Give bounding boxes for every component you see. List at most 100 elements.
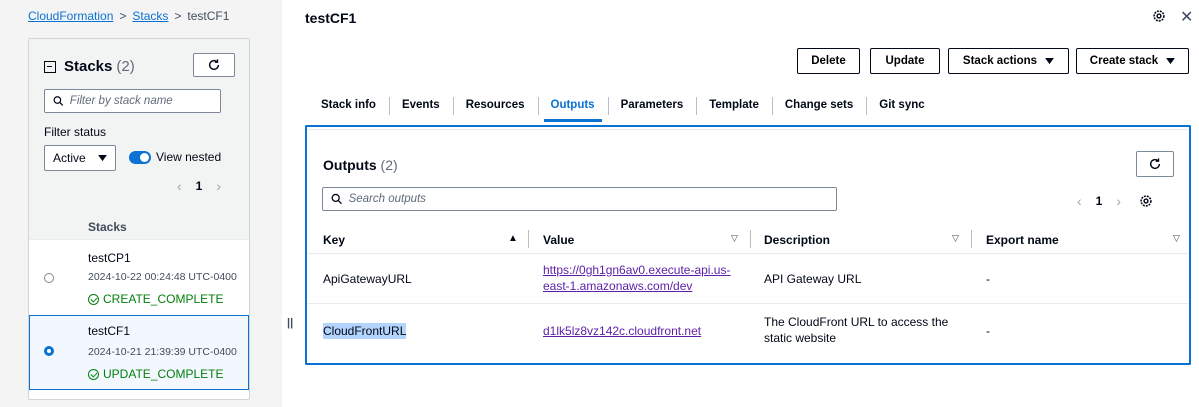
stack-actions-button[interactable]: Stack actions bbox=[948, 48, 1069, 74]
stack-status-text: UPDATE_COMPLETE bbox=[103, 367, 224, 381]
sort-ascending-icon[interactable]: ▲ bbox=[508, 233, 518, 244]
output-description-line: The CloudFront URL to access the bbox=[764, 315, 949, 329]
stacks-pagination: ‹ 1 › bbox=[177, 178, 221, 194]
column-divider bbox=[750, 230, 751, 248]
tab-template[interactable]: Template bbox=[696, 88, 772, 122]
breadcrumb-stacks[interactable]: Stacks bbox=[132, 9, 168, 23]
gear-icon[interactable] bbox=[1139, 194, 1153, 208]
outputs-page-number[interactable]: 1 bbox=[1096, 194, 1103, 208]
output-description: The CloudFront URL to access the static … bbox=[764, 314, 948, 346]
refresh-stacks-button[interactable] bbox=[193, 53, 235, 77]
column-divider bbox=[528, 230, 529, 248]
stack-radio-selected[interactable] bbox=[44, 346, 54, 356]
column-header-description[interactable]: Description bbox=[764, 233, 830, 247]
outputs-pagination: ‹ 1 › bbox=[1077, 193, 1153, 209]
breadcrumb: CloudFormation > Stacks > testCF1 bbox=[28, 9, 229, 23]
delete-button-label: Delete bbox=[811, 55, 846, 67]
panel-resize-handle-icon[interactable]: || bbox=[287, 317, 293, 329]
filter-stacks-search[interactable] bbox=[44, 89, 221, 113]
chevron-right-icon[interactable]: › bbox=[216, 178, 221, 194]
update-button[interactable]: Update bbox=[870, 48, 940, 74]
search-outputs-input[interactable] bbox=[348, 193, 836, 205]
gear-icon[interactable] bbox=[1152, 9, 1166, 26]
search-outputs[interactable] bbox=[322, 187, 837, 211]
output-value-line: east-1.amazonaws.com/dev bbox=[543, 279, 693, 293]
output-value-link[interactable]: d1lk5lz8vz142c.cloudfront.net bbox=[543, 324, 701, 338]
outputs-count: (2) bbox=[380, 157, 398, 173]
view-nested-toggle[interactable] bbox=[129, 151, 151, 164]
tab-stack-info[interactable]: Stack info bbox=[308, 88, 389, 122]
stack-date: 2024-10-21 21:39:39 UTC-0400 bbox=[88, 346, 237, 358]
stacks-column-header: Stacks bbox=[88, 220, 127, 234]
stack-actions-label: Stack actions bbox=[962, 55, 1038, 67]
table-row: ApiGatewayURL https://0gh1gn6av0.execute… bbox=[307, 254, 1189, 302]
stacks-title: Stacks (2) bbox=[44, 58, 135, 75]
caret-down-icon bbox=[1166, 57, 1176, 64]
outputs-panel: Outputs (2) ‹ 1 › Key ▲ Value ▽ Descript… bbox=[305, 125, 1191, 365]
breadcrumb-separator-icon: > bbox=[119, 9, 127, 23]
output-export-name: - bbox=[986, 272, 990, 286]
chevron-right-icon[interactable]: › bbox=[1116, 193, 1121, 209]
column-header-export-name[interactable]: Export name bbox=[986, 233, 1059, 247]
stack-status: CREATE_COMPLETE bbox=[88, 292, 223, 306]
refresh-icon bbox=[1149, 158, 1161, 170]
filter-status-label: Filter status bbox=[44, 125, 107, 139]
search-icon bbox=[53, 96, 64, 106]
stack-row-testcp1[interactable]: testCP1 2024-10-22 00:24:48 UTC-0400 CRE… bbox=[29, 240, 249, 320]
tab-parameters[interactable]: Parameters bbox=[607, 88, 697, 122]
search-icon bbox=[331, 193, 342, 205]
chevron-left-icon[interactable]: ‹ bbox=[177, 178, 182, 194]
filter-status-select[interactable]: Active bbox=[44, 145, 116, 171]
column-header-key[interactable]: Key bbox=[323, 233, 345, 247]
table-row: CloudFrontURL d1lk5lz8vz142c.cloudfront.… bbox=[307, 304, 1189, 360]
create-stack-label: Create stack bbox=[1089, 55, 1159, 67]
filter-stacks-input[interactable] bbox=[69, 95, 220, 107]
outputs-top-divider bbox=[307, 127, 1189, 130]
stacks-panel: Stacks (2) Filter status Active View nes… bbox=[28, 38, 250, 400]
chevron-left-icon[interactable]: ‹ bbox=[1077, 193, 1082, 209]
outputs-title-label: Outputs bbox=[323, 157, 377, 173]
filter-status-value: Active bbox=[53, 151, 86, 165]
column-header-value[interactable]: Value bbox=[543, 233, 574, 247]
output-description-line: static website bbox=[764, 331, 837, 345]
breadcrumb-cloudformation[interactable]: CloudFormation bbox=[28, 9, 113, 23]
tab-outputs[interactable]: Outputs bbox=[537, 88, 608, 122]
output-value-line: https://0gh1gn6av0.execute-api.us- bbox=[543, 263, 731, 277]
sort-icon[interactable]: ▽ bbox=[952, 233, 959, 244]
stack-status: UPDATE_COMPLETE bbox=[88, 367, 223, 381]
close-icon[interactable]: ✕ bbox=[1180, 7, 1193, 27]
view-nested-label: View nested bbox=[156, 150, 222, 164]
output-value: d1lk5lz8vz142c.cloudfront.net bbox=[543, 323, 701, 339]
output-key: ApiGatewayURL bbox=[323, 272, 412, 286]
stack-row-testcf1[interactable]: testCF1 2024-10-21 21:39:39 UTC-0400 UPD… bbox=[29, 315, 249, 390]
tab-change-sets[interactable]: Change sets bbox=[771, 88, 866, 122]
create-stack-button[interactable]: Create stack bbox=[1076, 48, 1189, 74]
sort-icon[interactable]: ▽ bbox=[731, 233, 738, 244]
stack-status-text: CREATE_COMPLETE bbox=[103, 292, 224, 306]
tab-git-sync[interactable]: Git sync bbox=[866, 88, 937, 122]
stack-name[interactable]: testCF1 bbox=[88, 324, 130, 338]
output-key: CloudFrontURL bbox=[323, 323, 407, 339]
output-export-name: - bbox=[986, 324, 990, 338]
refresh-outputs-button[interactable] bbox=[1136, 151, 1174, 177]
output-description: API Gateway URL bbox=[764, 272, 862, 286]
stacks-title-label: Stacks bbox=[64, 58, 113, 75]
breadcrumb-separator-icon: > bbox=[174, 9, 182, 23]
update-button-label: Update bbox=[885, 55, 925, 67]
stack-radio[interactable] bbox=[44, 273, 54, 283]
caret-down-icon bbox=[1045, 57, 1054, 64]
breadcrumb-current: testCF1 bbox=[187, 9, 230, 23]
refresh-icon bbox=[208, 59, 220, 71]
tab-resources[interactable]: Resources bbox=[452, 88, 538, 122]
delete-button[interactable]: Delete bbox=[797, 48, 860, 74]
stack-tabs: Stack info Events Resources Outputs Para… bbox=[308, 88, 938, 122]
stack-name[interactable]: testCP1 bbox=[88, 251, 131, 265]
tab-events[interactable]: Events bbox=[388, 88, 453, 122]
success-check-icon bbox=[88, 368, 99, 380]
output-value-link[interactable]: https://0gh1gn6av0.execute-api.us-east-1… bbox=[543, 263, 730, 293]
outputs-title: Outputs (2) bbox=[323, 157, 398, 173]
page-title: testCF1 bbox=[305, 10, 357, 26]
sort-icon[interactable]: ▽ bbox=[1173, 233, 1180, 244]
collapse-icon[interactable] bbox=[44, 60, 56, 73]
stacks-page-number[interactable]: 1 bbox=[196, 179, 203, 193]
